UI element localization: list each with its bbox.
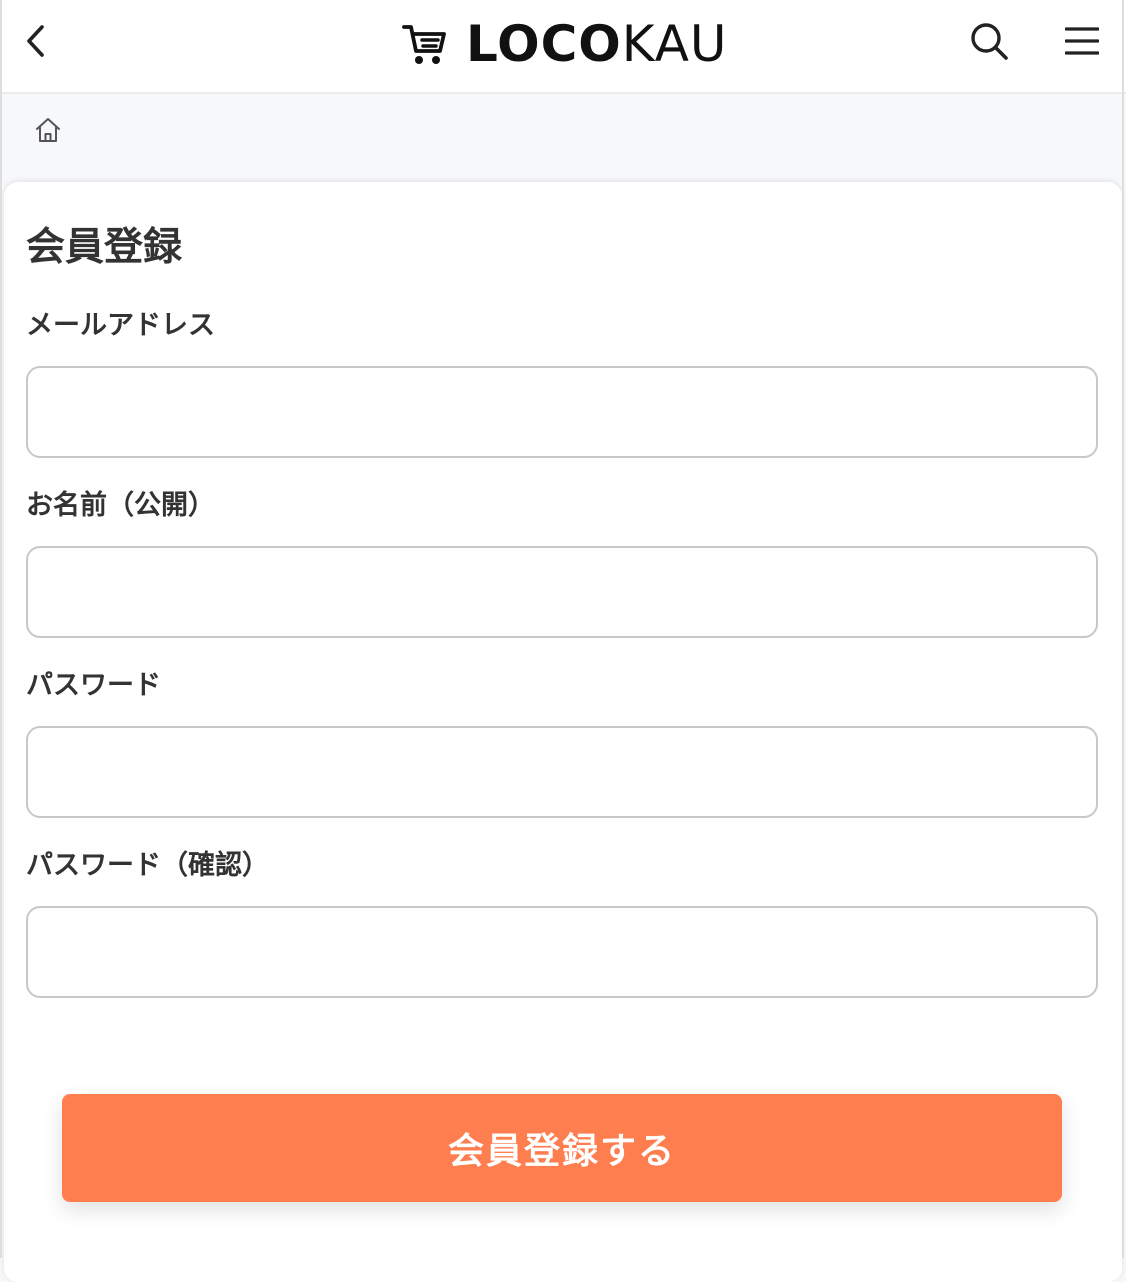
register-submit-button[interactable]: 会員登録する (62, 1094, 1062, 1202)
logo-text-bold: LOCO (466, 15, 622, 73)
breadcrumb-home[interactable] (30, 112, 66, 148)
logo-text-light: KAU (621, 15, 728, 73)
name-field[interactable] (26, 546, 1098, 638)
home-icon (36, 118, 60, 142)
password-confirm-field[interactable] (26, 906, 1098, 998)
chevron-left-icon (27, 25, 44, 57)
email-field[interactable] (26, 366, 1098, 458)
menu-button[interactable] (1058, 16, 1106, 66)
registration-card: 会員登録 メールアドレス お名前（公開） パスワード パスワード（確認） 会員登… (4, 182, 1122, 1282)
password-field[interactable] (26, 726, 1098, 818)
hamburger-menu-icon (1065, 27, 1099, 55)
cart-icon (402, 25, 446, 64)
email-label: メールアドレス (26, 310, 215, 341)
back-button[interactable] (14, 16, 58, 66)
page-title: 会員登録 (26, 225, 183, 270)
site-logo[interactable]: LOCOKAU (402, 18, 728, 70)
logo-text: LOCOKAU (466, 18, 728, 70)
app-header: LOCOKAU (0, 0, 1126, 94)
password-confirm-label: パスワード（確認） (26, 850, 269, 881)
search-icon (971, 23, 1008, 60)
name-label: お名前（公開） (26, 490, 215, 521)
password-label: パスワード (26, 670, 161, 701)
search-button[interactable] (964, 16, 1014, 66)
